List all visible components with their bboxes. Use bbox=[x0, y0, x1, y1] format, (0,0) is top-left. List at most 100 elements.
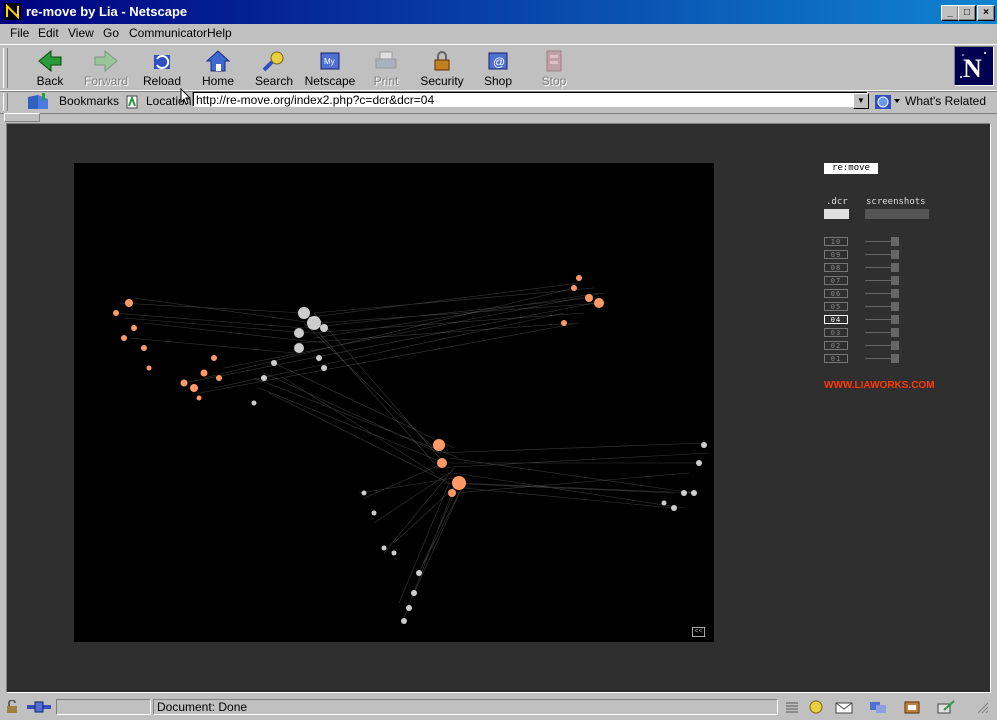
screenshot-link-02[interactable] bbox=[865, 341, 901, 350]
search-label: Search bbox=[254, 74, 294, 88]
screenshot-link-06[interactable] bbox=[865, 289, 901, 298]
dcr-item-01[interactable]: 01 bbox=[824, 354, 848, 363]
collapsed-toolbar-tab[interactable] bbox=[4, 113, 40, 122]
screenshot-link-10[interactable] bbox=[865, 237, 901, 246]
my-netscape-label: Netscape bbox=[304, 74, 356, 88]
reload-label: Reload bbox=[142, 74, 182, 88]
remove-logo[interactable]: re:move bbox=[824, 163, 878, 174]
netscape-logo[interactable]: N bbox=[954, 46, 994, 86]
resize-grip-icon[interactable] bbox=[970, 700, 990, 714]
forward-label: Forward bbox=[83, 74, 128, 88]
menu-bar: File Edit View Go Communicator Help bbox=[0, 24, 997, 44]
mouse-cursor-icon bbox=[180, 88, 192, 105]
navigator-icon[interactable] bbox=[806, 700, 826, 714]
dcr-item-05[interactable]: 05 bbox=[824, 302, 848, 311]
forward-arrow-icon bbox=[94, 49, 118, 73]
screenshot-link-07[interactable] bbox=[865, 276, 901, 285]
screenshot-link-04[interactable] bbox=[865, 315, 901, 324]
back-label: Back bbox=[36, 74, 64, 88]
security-lock-status-icon[interactable] bbox=[4, 700, 24, 714]
screenshot-link-03[interactable] bbox=[865, 328, 901, 337]
url-field[interactable]: http://re-move.org/index2.php?c=dcr&dcr=… bbox=[192, 91, 868, 107]
stop-button[interactable]: Stop bbox=[526, 47, 582, 89]
shockwave-stage[interactable]: << bbox=[74, 163, 714, 642]
shop-label: Shop bbox=[483, 74, 513, 88]
menu-file[interactable]: File bbox=[10, 26, 29, 40]
search-icon bbox=[262, 51, 284, 72]
shop-button[interactable]: @ Shop bbox=[470, 47, 526, 89]
print-icon bbox=[375, 51, 397, 69]
dcr-item-08[interactable]: 08 bbox=[824, 263, 848, 272]
my-netscape-button[interactable]: My Netscape bbox=[302, 47, 358, 89]
reload-icon bbox=[154, 55, 170, 69]
status-text: Document: Done bbox=[153, 699, 778, 715]
dcr-item-02[interactable]: 02 bbox=[824, 341, 848, 350]
home-label: Home bbox=[201, 74, 234, 88]
screenshots-column-bar bbox=[865, 209, 929, 219]
dcr-column-heading: .dcr bbox=[826, 197, 848, 207]
stage-corner-button[interactable]: << bbox=[692, 627, 705, 637]
dcr-item-03[interactable]: 03 bbox=[824, 328, 848, 337]
menu-help[interactable]: Help bbox=[207, 26, 232, 40]
dcr-item-09[interactable]: 09 bbox=[824, 250, 848, 259]
back-button[interactable]: Back bbox=[22, 47, 78, 89]
bookmarks-label[interactable]: Bookmarks bbox=[59, 94, 119, 108]
screenshot-link-05[interactable] bbox=[865, 302, 901, 311]
screenshots-column-heading: screenshots bbox=[866, 197, 926, 207]
dcr-visualization bbox=[113, 275, 710, 624]
svg-text:@: @ bbox=[493, 55, 505, 69]
stop-label: Stop bbox=[541, 74, 567, 88]
url-dropdown-button[interactable]: ▼ bbox=[853, 93, 869, 109]
shop-icon: @ bbox=[488, 52, 508, 70]
bookmarks-icon[interactable] bbox=[26, 93, 50, 111]
home-icon bbox=[205, 50, 231, 72]
maximize-button[interactable]: □ bbox=[958, 5, 976, 21]
progress-panel bbox=[56, 699, 151, 715]
status-bar: Document: Done bbox=[0, 697, 997, 720]
lock-icon bbox=[434, 51, 450, 71]
location-toolbar-grip[interactable] bbox=[3, 93, 8, 111]
menu-go[interactable]: Go bbox=[103, 26, 119, 40]
collapsed-toolbar-strip bbox=[0, 112, 997, 122]
window-title: re-move by Lia - Netscape bbox=[26, 4, 188, 19]
screenshot-link-01[interactable] bbox=[865, 354, 901, 363]
close-button[interactable]: × bbox=[977, 5, 995, 21]
print-label: Print bbox=[373, 74, 399, 88]
dcr-item-04-selected[interactable]: 04 bbox=[824, 315, 848, 324]
title-bar: re-move by Lia - Netscape _ □ × bbox=[0, 0, 997, 24]
reload-button[interactable]: Reload bbox=[134, 47, 190, 89]
my-netscape-icon: My bbox=[320, 52, 340, 70]
netscape-n-icon: N bbox=[955, 47, 993, 85]
toolbar-grip[interactable] bbox=[3, 48, 8, 88]
whats-related-label[interactable]: What's Related bbox=[905, 94, 986, 108]
mail-icon[interactable] bbox=[834, 700, 854, 714]
screenshot-link-09[interactable] bbox=[865, 250, 901, 259]
navigation-toolbar: Back Forward Reload Home Search My Netsc… bbox=[0, 44, 997, 92]
menu-view[interactable]: View bbox=[68, 26, 94, 40]
whats-related-icon[interactable] bbox=[874, 93, 904, 111]
online-connection-icon[interactable] bbox=[26, 700, 52, 714]
security-label: Security bbox=[420, 74, 464, 88]
forward-button[interactable]: Forward bbox=[78, 47, 134, 89]
stop-icon bbox=[546, 50, 562, 72]
dcr-column-bar bbox=[824, 209, 849, 219]
composer-icon[interactable] bbox=[936, 700, 956, 714]
dcr-item-06[interactable]: 06 bbox=[824, 289, 848, 298]
screenshot-link-08[interactable] bbox=[865, 263, 901, 272]
menu-edit[interactable]: Edit bbox=[38, 26, 59, 40]
dcr-item-07[interactable]: 07 bbox=[824, 276, 848, 285]
home-button[interactable]: Home bbox=[190, 47, 246, 89]
search-button[interactable]: Search bbox=[246, 47, 302, 89]
netscape-app-icon[interactable] bbox=[4, 3, 21, 20]
print-button[interactable]: Print bbox=[358, 47, 414, 89]
address-book-icon[interactable] bbox=[902, 700, 922, 714]
dcr-item-10[interactable]: 10 bbox=[824, 237, 848, 246]
page-proxy-icon[interactable] bbox=[124, 94, 140, 110]
security-button[interactable]: Security bbox=[414, 47, 470, 89]
discussion-groups-icon[interactable] bbox=[868, 700, 888, 714]
menu-communicator[interactable]: Communicator bbox=[129, 26, 207, 40]
minimize-button[interactable]: _ bbox=[941, 5, 959, 21]
svg-text:My: My bbox=[324, 57, 335, 66]
liaworks-link[interactable]: WWW.LIAWORKS.COM bbox=[824, 380, 935, 391]
component-bar-grip-icon[interactable] bbox=[782, 700, 802, 714]
